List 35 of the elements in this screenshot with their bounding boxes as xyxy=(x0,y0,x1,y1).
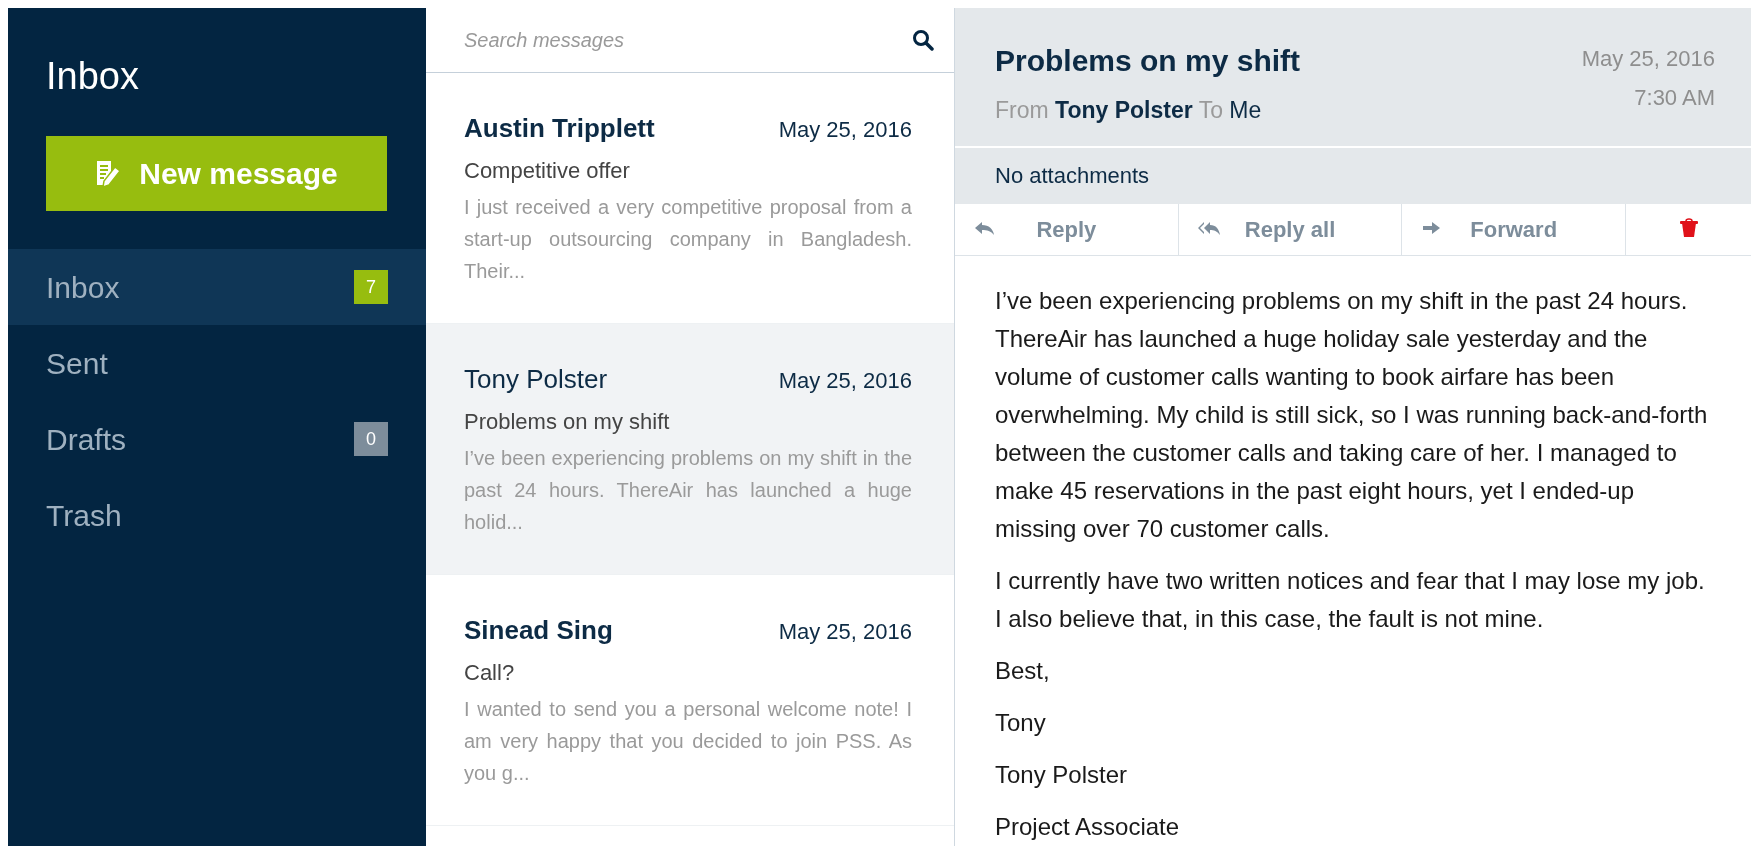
count-badge: 0 xyxy=(354,422,388,456)
search-icon[interactable] xyxy=(912,29,934,51)
message-date: May 25, 2016 xyxy=(778,367,912,395)
body-paragraph: I currently have two written notices and fear that I may lose my job. I also believe that, in this case, the fault is not mine. xyxy=(995,566,1706,634)
message-item[interactable]: Tony Polster May 25, 2016 Problems on my shift I’ve been experiencing problems on my shift in the past 24 hours. ThereAir has launched a huge holid... xyxy=(426,324,954,575)
body-paragraph: Project Associate xyxy=(995,812,1181,842)
search-field[interactable]: Search messages xyxy=(426,8,954,73)
message-preview: I’ve been experiencing problems on my shift in the past 24 hours. ThereAir has launched a huge holid... xyxy=(464,446,912,535)
message-subject: Problems on my shift xyxy=(464,408,671,436)
sidebar-item[interactable]: Drafts 0 xyxy=(8,401,426,477)
search-input[interactable]: Search messages xyxy=(464,25,912,55)
message-time: 7:30 AM xyxy=(1634,84,1715,112)
message-date: May 25, 2016 xyxy=(778,116,912,144)
message-subject: Problems on my shift xyxy=(995,43,1301,79)
sender-line: From Tony Polster To Me xyxy=(995,96,1263,125)
sender-name: Sinead Sing xyxy=(464,614,613,647)
sidebar-title: Inbox xyxy=(45,54,140,99)
body-paragraph: Tony Polster xyxy=(995,760,1129,790)
body-paragraph: Tony xyxy=(995,708,1047,738)
sidebar-item[interactable]: Sent xyxy=(8,325,426,401)
message-preview: I just received a very competitive proposal from a start-up outsourcing company in Bangladesh. Their... xyxy=(464,195,912,284)
sidebar-item[interactable]: Trash xyxy=(8,477,426,553)
compose-icon xyxy=(95,158,122,189)
message-subject: Call? xyxy=(464,659,516,687)
count-badge: 7 xyxy=(354,270,388,304)
sidebar-item[interactable]: Inbox 7 xyxy=(8,249,426,325)
sender-name: Austin Tripplett xyxy=(464,112,655,145)
body-paragraph: I’ve been experiencing problems on my shift in the past 24 hours. ThereAir has launched a huge holiday sale yesterday and the volume of customer calls wanting to book airfare has been overwhelming. My child is still sick, so I was running back-and-forth between the customer calls and taking care of her. I managed to make 45 reservations in the past eight hours, yet I ended-up missing over 70 customer calls. xyxy=(995,286,1709,544)
message-preview: I wanted to send you a personal welcome note! I am very happy that you decided to join PSS. As you g... xyxy=(464,697,912,786)
message-date: May 25, 2016 xyxy=(1581,45,1715,73)
body-paragraph: Best, xyxy=(995,656,1051,686)
message-date: May 25, 2016 xyxy=(778,618,912,646)
sender-name: Tony Polster xyxy=(464,363,608,396)
message-subject: Competitive offer xyxy=(464,157,631,185)
attachments-label: No attachments xyxy=(995,162,1150,191)
